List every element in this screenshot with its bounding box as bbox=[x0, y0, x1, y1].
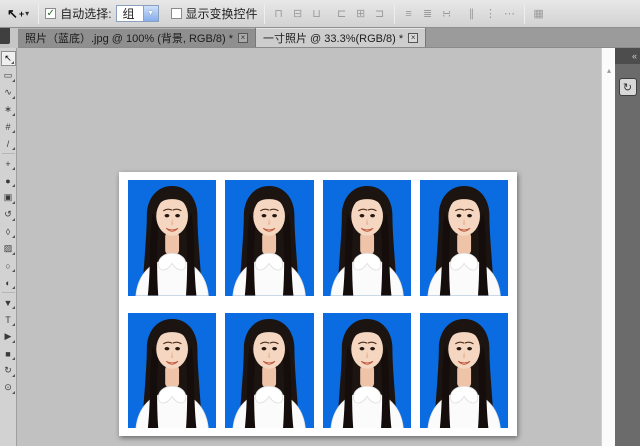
id-photo-portrait bbox=[225, 313, 313, 429]
close-icon[interactable]: × bbox=[238, 33, 248, 43]
document-tab-bar: 照片（蓝底）.jpg @ 100% (背景, RGB/8) * × 一寸照片 @… bbox=[0, 28, 640, 48]
id-photo[interactable] bbox=[128, 180, 216, 296]
tools-panel: ↖ ▭ ∿ ∗ # / + ● ▣ ↺ ◊ ▨ ○ ◐ ▼ T ▶ ■ ↻ ⊙ bbox=[0, 48, 17, 446]
auto-select-dropdown[interactable]: 组 ▼ bbox=[116, 5, 159, 22]
clone-stamp-tool[interactable]: ▣ bbox=[1, 190, 16, 205]
id-photo[interactable] bbox=[420, 313, 508, 429]
auto-select-checkbox[interactable]: ✓ bbox=[45, 8, 56, 19]
close-icon[interactable]: × bbox=[408, 33, 418, 43]
auto-select-label: 自动选择: bbox=[60, 5, 111, 22]
options-bar: ↖ + ▾ ✓ 自动选择: 组 ▼ 显示变换控件 ⊓⊟⊔ ⊏⊞⊐ ≡≣∺ ∥⋮⋯ ▦ bbox=[0, 0, 640, 28]
align-horizontal-centers-icon[interactable]: ⊞ bbox=[353, 6, 369, 22]
dock-header[interactable]: « bbox=[615, 48, 640, 64]
align-top-edges-icon[interactable]: ⊓ bbox=[271, 6, 287, 22]
gradient-tool[interactable]: ▨ bbox=[1, 241, 16, 256]
distribute-top-edges-icon[interactable]: ≡ bbox=[401, 6, 417, 22]
move-cross-icon: + bbox=[19, 9, 24, 19]
pen-tool[interactable]: ▼ bbox=[1, 295, 16, 310]
options-separator bbox=[524, 4, 525, 24]
3d-rotate-tool[interactable]: ↻ bbox=[1, 363, 16, 378]
auto-align-layers-icon[interactable]: ▦ bbox=[531, 6, 547, 22]
id-photo-portrait bbox=[323, 180, 411, 296]
scroll-up-icon[interactable]: ▴ bbox=[602, 66, 616, 75]
align-vertical-centers-icon[interactable]: ⊟ bbox=[290, 6, 306, 22]
options-separator bbox=[38, 4, 39, 24]
blur-tool[interactable]: ○ bbox=[1, 258, 16, 273]
panel-dock: « ↻ bbox=[615, 48, 640, 446]
align-left-edges-icon[interactable]: ⊏ bbox=[334, 6, 350, 22]
horizontal-type-tool[interactable]: T bbox=[1, 312, 16, 327]
distribute-left-edges-icon[interactable]: ∥ bbox=[464, 6, 480, 22]
dodge-tool[interactable]: ◐ bbox=[1, 275, 16, 290]
canvas-area[interactable] bbox=[17, 48, 601, 446]
current-tool-badge[interactable]: ↖ + ▾ bbox=[4, 5, 32, 23]
rectangle-tool[interactable]: ■ bbox=[1, 346, 16, 361]
options-separator bbox=[394, 4, 395, 24]
eyedropper-tool[interactable]: / bbox=[1, 136, 16, 151]
lasso-tool[interactable]: ∿ bbox=[1, 85, 16, 100]
auto-select-value: 组 bbox=[117, 5, 143, 22]
id-photo[interactable] bbox=[128, 313, 216, 429]
tab-title: 照片（蓝底）.jpg @ 100% (背景, RGB/8) * bbox=[25, 30, 233, 46]
distribute-horizontal-centers-icon[interactable]: ⋮ bbox=[483, 6, 499, 22]
distribute-right-edges-icon[interactable]: ⋯ bbox=[502, 6, 518, 22]
tab-strip: 照片（蓝底）.jpg @ 100% (背景, RGB/8) * × 一寸照片 @… bbox=[18, 28, 640, 48]
dropdown-arrow-icon[interactable]: ▼ bbox=[143, 6, 158, 21]
id-photo-portrait bbox=[323, 313, 411, 429]
id-photo-portrait bbox=[128, 313, 216, 429]
id-photo[interactable] bbox=[225, 180, 313, 296]
path-selection-tool[interactable]: ▶ bbox=[1, 329, 16, 344]
history-brush-tool[interactable]: ↺ bbox=[1, 207, 16, 222]
align-bottom-edges-icon[interactable]: ⊔ bbox=[309, 6, 325, 22]
id-photo[interactable] bbox=[420, 180, 508, 296]
tab-photo-blue-bg[interactable]: 照片（蓝底）.jpg @ 100% (背景, RGB/8) * × bbox=[18, 28, 256, 47]
spot-healing-brush-tool[interactable]: + bbox=[1, 156, 16, 171]
tab-bar-gap bbox=[10, 28, 18, 48]
tool-preset-arrow-icon[interactable]: ▾ bbox=[25, 9, 29, 18]
photo-document[interactable] bbox=[119, 172, 517, 436]
show-transform-checkbox[interactable] bbox=[171, 8, 182, 19]
id-photo-portrait bbox=[420, 180, 508, 296]
align-right-edges-icon[interactable]: ⊐ bbox=[372, 6, 388, 22]
eraser-tool[interactable]: ◊ bbox=[1, 224, 16, 239]
id-photo-portrait bbox=[128, 180, 216, 296]
move-tool-icon: ↖ bbox=[7, 6, 18, 22]
id-photo-portrait bbox=[225, 180, 313, 296]
id-photo-portrait bbox=[420, 313, 508, 429]
tool-separator bbox=[2, 153, 15, 154]
vertical-scrollbar[interactable]: ▴ bbox=[601, 48, 615, 446]
id-photo[interactable] bbox=[225, 313, 313, 429]
id-photo[interactable] bbox=[323, 313, 411, 429]
distribute-bottom-edges-icon[interactable]: ∺ bbox=[439, 6, 455, 22]
collapse-dock-icon[interactable]: « bbox=[632, 51, 637, 61]
options-separator bbox=[264, 4, 265, 24]
tab-title: 一寸照片 @ 33.3%(RGB/8) * bbox=[263, 30, 403, 46]
history-panel-icon[interactable]: ↻ bbox=[619, 78, 637, 96]
distribute-icons-group: ≡≣∺ ∥⋮⋯ bbox=[401, 6, 518, 22]
3d-orbit-tool[interactable]: ⊙ bbox=[1, 380, 16, 395]
tab-one-inch-photo[interactable]: 一寸照片 @ 33.3%(RGB/8) * × bbox=[256, 28, 426, 47]
tools-panel-stub bbox=[0, 28, 10, 44]
brush-tool[interactable]: ● bbox=[1, 173, 16, 188]
distribute-vertical-centers-icon[interactable]: ≣ bbox=[420, 6, 436, 22]
move-tool[interactable]: ↖ bbox=[1, 51, 16, 66]
align-icons-group: ⊓⊟⊔ ⊏⊞⊐ bbox=[271, 6, 388, 22]
rectangular-marquee-tool[interactable]: ▭ bbox=[1, 68, 16, 83]
crop-tool[interactable]: # bbox=[1, 119, 16, 134]
quick-selection-tool[interactable]: ∗ bbox=[1, 102, 16, 117]
tool-separator bbox=[2, 292, 15, 293]
id-photo[interactable] bbox=[323, 180, 411, 296]
show-transform-label: 显示变换控件 bbox=[186, 5, 258, 22]
photoshop-window: ↖ + ▾ ✓ 自动选择: 组 ▼ 显示变换控件 ⊓⊟⊔ ⊏⊞⊐ ≡≣∺ ∥⋮⋯ ▦ bbox=[0, 0, 640, 446]
